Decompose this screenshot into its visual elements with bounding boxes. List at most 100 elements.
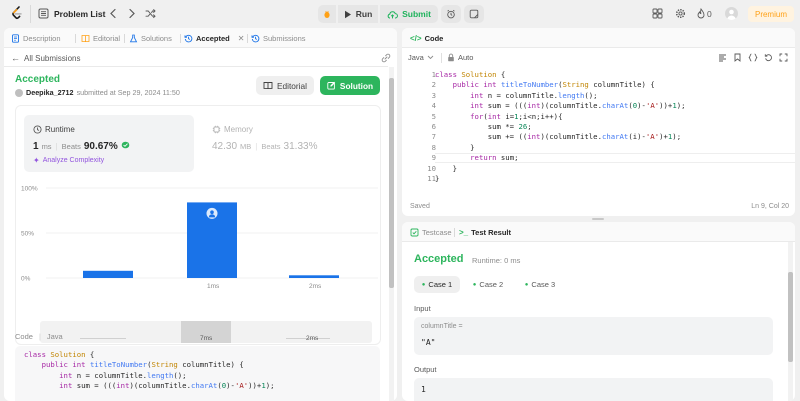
divider bbox=[247, 34, 248, 43]
result-runtime: Runtime: 0 ms bbox=[472, 256, 521, 265]
result-scrollbar[interactable] bbox=[788, 242, 793, 401]
back-to-submissions[interactable]: ← All Submissions bbox=[11, 53, 80, 63]
left-scrollbar-thumb[interactable] bbox=[389, 78, 394, 288]
runtime-distribution-chart[interactable]: 100% 50% 0% 1ms 2ms bbox=[16, 176, 382, 316]
divider bbox=[4, 66, 388, 67]
solution-button[interactable]: Solution bbox=[320, 76, 380, 95]
tab-solutions[interactable]: Solutions bbox=[129, 28, 172, 48]
chart-overview[interactable]: 7ms 2ms bbox=[40, 321, 372, 343]
editor-line: sum *= 26; bbox=[435, 121, 532, 131]
divider bbox=[454, 228, 455, 237]
next-problem-icon[interactable] bbox=[127, 8, 136, 19]
edit-icon bbox=[327, 81, 336, 90]
dot-icon: ● bbox=[524, 281, 529, 288]
preview-line: public int titleToNumber(String columnTi… bbox=[41, 360, 244, 370]
y-tick-label: 0% bbox=[21, 276, 31, 283]
auto-mode[interactable]: Auto bbox=[447, 53, 473, 62]
tab-accepted[interactable]: Accepted ✕ bbox=[184, 28, 244, 48]
cloud-upload-icon bbox=[387, 10, 399, 18]
overview-label-2: 2ms bbox=[306, 335, 319, 342]
chart-bar bbox=[289, 275, 339, 278]
test-result-panel: Testcase >_ Test Result Accepted Runtime… bbox=[402, 222, 795, 401]
clock-icon bbox=[33, 125, 42, 134]
left-panel: Description Editorial Solutions Accepted… bbox=[4, 28, 397, 401]
prev-problem-icon[interactable] bbox=[109, 8, 118, 19]
case-3-tab[interactable]: ● Case 3 bbox=[520, 276, 560, 293]
user-avatar-small[interactable] bbox=[15, 88, 23, 97]
editor-toolbar bbox=[718, 53, 788, 62]
notes-button[interactable] bbox=[464, 5, 484, 23]
code-editor-panel: </> Code Java Auto 1 2 3 4 5 6 7 8 9 10 … bbox=[402, 28, 795, 216]
editor-line: for(int i=1;i<n;i++){ bbox=[470, 111, 563, 121]
tab-editorial[interactable]: Editorial bbox=[81, 28, 120, 48]
braces-icon[interactable] bbox=[748, 53, 758, 62]
input-variable-name: columnTitle = bbox=[421, 323, 463, 330]
case-2-tab[interactable]: ● Case 2 bbox=[468, 276, 508, 293]
runtime-values: 1 ms | Beats 90.67% bbox=[33, 141, 130, 152]
top-bar: Problem List Run Submit 0 Premium bbox=[0, 0, 800, 28]
person-icon bbox=[727, 9, 736, 20]
tab-testcase[interactable]: Testcase bbox=[410, 222, 452, 242]
code-editor[interactable]: class Solution { public int titleToNumbe… bbox=[435, 70, 780, 184]
settings-gear-icon[interactable] bbox=[675, 8, 686, 19]
divider bbox=[124, 34, 125, 43]
input-label: Input bbox=[414, 304, 431, 313]
checkbox-icon bbox=[410, 228, 419, 236]
timer-button[interactable] bbox=[441, 5, 461, 23]
history-icon bbox=[251, 34, 260, 42]
dot-icon: ● bbox=[421, 281, 426, 288]
result-status: Accepted bbox=[414, 253, 464, 265]
problem-list-icon[interactable] bbox=[38, 8, 49, 19]
editor-line: } bbox=[435, 142, 475, 152]
terminal-icon: >_ bbox=[459, 227, 469, 237]
problem-list-link[interactable]: Problem List bbox=[54, 9, 105, 19]
streak-counter[interactable]: 0 bbox=[697, 8, 712, 19]
left-scrollbar[interactable] bbox=[389, 67, 394, 401]
panel-resize-handle[interactable] bbox=[592, 218, 604, 220]
divider bbox=[75, 34, 76, 43]
analyze-complexity-button[interactable]: ✦ Analyze Complexity bbox=[33, 156, 104, 165]
editorial-button[interactable]: Editorial bbox=[256, 76, 314, 95]
premium-button[interactable]: Premium bbox=[748, 6, 794, 22]
run-button[interactable]: Run bbox=[338, 5, 378, 23]
input-box: columnTitle = "A" bbox=[414, 317, 773, 355]
result-scrollbar-thumb[interactable] bbox=[788, 272, 793, 362]
editor-line: return sum; bbox=[470, 153, 519, 163]
x-tick-label: 1ms bbox=[207, 283, 220, 290]
case-1-tab[interactable]: ● Case 1 bbox=[414, 276, 460, 293]
expand-icon[interactable] bbox=[779, 53, 788, 62]
arrow-left-icon: ← bbox=[11, 53, 20, 63]
format-icon[interactable] bbox=[718, 53, 727, 62]
book-open-icon bbox=[263, 82, 273, 90]
left-tab-bar: Description Editorial Solutions Accepted… bbox=[4, 28, 397, 48]
tab-description[interactable]: Description bbox=[11, 28, 61, 48]
language-select[interactable]: Java bbox=[408, 53, 434, 62]
user-avatar[interactable] bbox=[725, 7, 738, 20]
y-tick-label: 50% bbox=[21, 231, 34, 238]
leetcode-logo-icon[interactable] bbox=[11, 6, 23, 20]
test-tab-bar: Testcase >_ Test Result bbox=[402, 222, 795, 242]
memory-label[interactable]: Memory bbox=[212, 125, 253, 134]
bookmark-icon[interactable] bbox=[733, 53, 742, 62]
reset-icon[interactable] bbox=[764, 53, 773, 62]
debug-button[interactable] bbox=[318, 5, 336, 23]
submit-button[interactable]: Submit bbox=[380, 5, 438, 23]
cursor-position: Ln 9, Col 20 bbox=[751, 203, 789, 210]
runtime-beats: 90.67% bbox=[83, 141, 118, 152]
close-tab-icon[interactable]: ✕ bbox=[238, 34, 245, 43]
bug-icon bbox=[324, 11, 330, 18]
fire-icon bbox=[697, 8, 705, 19]
tab-test-result[interactable]: >_ Test Result bbox=[459, 222, 511, 242]
layout-grid-icon[interactable] bbox=[652, 8, 663, 19]
save-status: Saved bbox=[410, 203, 430, 210]
tab-code[interactable]: </> Code bbox=[410, 28, 443, 48]
link-icon[interactable] bbox=[381, 53, 391, 63]
divider bbox=[30, 5, 31, 23]
tab-submissions[interactable]: Submissions bbox=[251, 28, 306, 48]
x-tick-label: 2ms bbox=[309, 283, 322, 290]
flask-icon bbox=[129, 34, 138, 42]
username-link[interactable]: Deepika_2712 bbox=[26, 88, 74, 97]
submission-meta: Deepika_2712 submitted at Sep 29, 2024 1… bbox=[15, 88, 180, 97]
shuffle-icon[interactable] bbox=[145, 8, 156, 19]
memory-values: 42.30 MB | Beats 31.33% bbox=[212, 141, 318, 152]
